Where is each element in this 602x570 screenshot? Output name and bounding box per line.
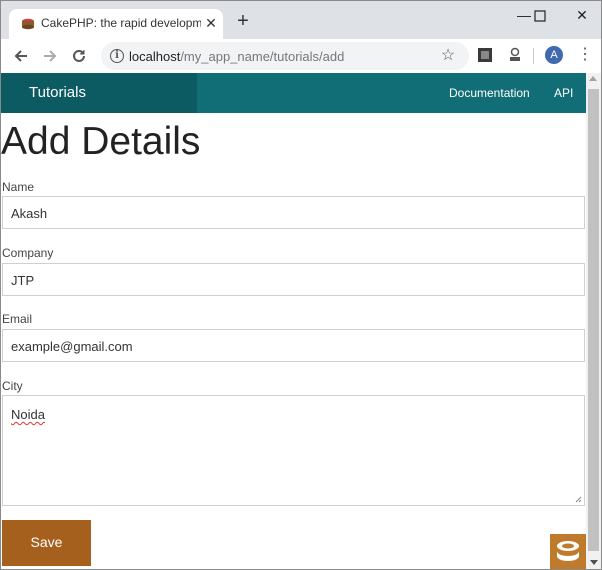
url-text: localhost/my_app_name/tutorials/add	[129, 49, 344, 64]
cakephp-logo-icon[interactable]	[550, 534, 586, 569]
save-button[interactable]: Save	[2, 520, 91, 566]
name-field[interactable]: Akash	[2, 196, 585, 229]
back-arrow-icon[interactable]	[11, 46, 31, 66]
toolbar-divider	[533, 48, 534, 64]
maximize-icon[interactable]	[525, 5, 555, 27]
brand-area: Tutorials	[1, 73, 197, 113]
browser-toolbar: i localhost/my_app_name/tutorials/add ☆ …	[1, 39, 601, 74]
city-label: City	[2, 379, 23, 393]
kebab-menu-icon[interactable]: ⋮	[577, 46, 593, 66]
profile-avatar[interactable]: A	[545, 46, 563, 64]
vertical-scrollbar[interactable]	[586, 73, 601, 569]
company-field-value: JTP	[11, 273, 35, 288]
browser-window: CakePHP: the rapid development ✕ + — ✕ i…	[0, 0, 602, 570]
brand-link[interactable]: Tutorials	[29, 84, 86, 101]
city-field-value: Noida	[11, 407, 45, 422]
page-title: Add Details	[1, 120, 201, 163]
url-path: /my_app_name/tutorials/add	[180, 49, 345, 64]
name-label: Name	[2, 180, 35, 194]
nav-link-api[interactable]: API	[554, 86, 573, 100]
reload-icon[interactable]	[69, 46, 89, 66]
page-viewport: Tutorials Documentation API Add Details …	[1, 73, 586, 569]
company-label: Company	[2, 246, 54, 260]
forward-arrow-icon[interactable]	[40, 46, 60, 66]
scroll-down-arrow-icon[interactable]	[590, 560, 598, 565]
scrollbar-thumb[interactable]	[588, 89, 599, 551]
tab-title: CakePHP: the rapid development	[41, 16, 201, 30]
cakephp-favicon-icon	[22, 18, 34, 30]
browser-tab[interactable]: CakePHP: the rapid development ✕	[9, 9, 223, 39]
city-textarea[interactable]: Noida	[2, 395, 585, 506]
url-host: localhost	[129, 49, 181, 64]
extension-stamp-icon[interactable]	[507, 47, 523, 63]
close-icon[interactable]: ✕	[203, 15, 219, 31]
top-nav-bar: Tutorials Documentation API	[1, 73, 586, 113]
email-field-value: example@gmail.com	[11, 339, 133, 354]
info-icon[interactable]: i	[110, 49, 124, 63]
company-field[interactable]: JTP	[2, 263, 585, 296]
email-field[interactable]: example@gmail.com	[2, 329, 585, 362]
new-tab-plus-icon[interactable]: +	[233, 11, 253, 32]
address-bar[interactable]: i localhost/my_app_name/tutorials/add ☆	[101, 42, 469, 70]
star-icon[interactable]: ☆	[439, 47, 457, 65]
close-window-icon[interactable]: ✕	[567, 5, 597, 27]
nav-link-documentation[interactable]: Documentation	[449, 86, 530, 100]
email-label: Email	[2, 312, 33, 326]
extension-icon[interactable]	[477, 47, 493, 63]
scroll-up-arrow-icon[interactable]	[589, 76, 597, 81]
resize-handle-icon[interactable]	[575, 496, 582, 503]
name-field-value: Akash	[11, 206, 48, 221]
title-bar: CakePHP: the rapid development ✕ + — ✕	[1, 1, 601, 39]
